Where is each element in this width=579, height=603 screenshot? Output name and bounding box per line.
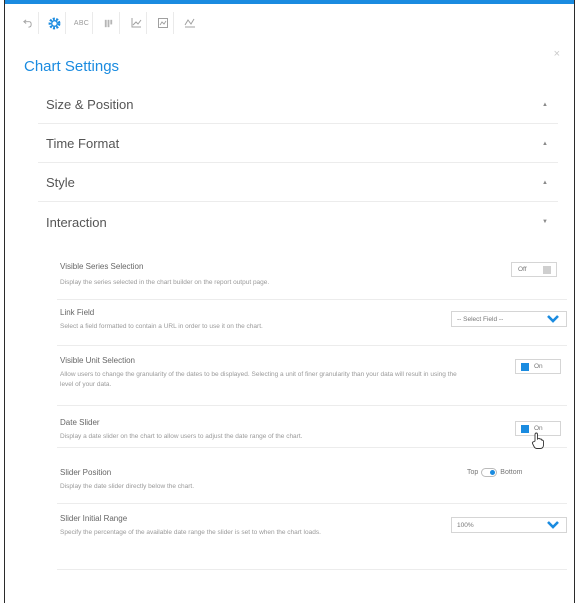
- axis-chart-icon[interactable]: [125, 12, 147, 34]
- section-size-position[interactable]: Size & Position ▲: [38, 86, 558, 124]
- visible-unit-toggle[interactable]: On: [515, 359, 561, 374]
- section-label: Interaction: [46, 214, 107, 230]
- chevron-up-icon: ▲: [542, 140, 548, 147]
- switch-dot: [490, 470, 496, 475]
- setting-link-field: Link Field Select a field formatted to c…: [57, 308, 567, 346]
- setting-name: Date Slider: [60, 418, 100, 427]
- select-value: -- Select Field --: [457, 315, 504, 323]
- slider-position-switch[interactable]: Top Bottom: [467, 468, 522, 477]
- hand-cursor-icon: [531, 432, 544, 449]
- chevron-down-icon: [547, 315, 559, 323]
- undo-icon[interactable]: [17, 12, 39, 34]
- toggle-knob: [521, 362, 529, 371]
- line-chart-icon[interactable]: [179, 12, 201, 34]
- toggle-label: On: [534, 363, 543, 370]
- setting-name: Visible Unit Selection: [60, 356, 136, 365]
- toggle-label: On: [534, 425, 543, 432]
- chevron-up-icon: ▲: [542, 179, 548, 186]
- setting-description: Display a date slider on the chart to al…: [60, 433, 303, 440]
- chart-settings-panel: ABC × Chart Settings Size & Position ▲ T…: [4, 0, 575, 603]
- chevron-down-icon: ▼: [542, 219, 548, 225]
- select-value: 100%: [457, 521, 474, 529]
- chevron-down-icon: [547, 521, 559, 529]
- section-style[interactable]: Style ▲: [38, 164, 558, 202]
- panel-title: Chart Settings: [24, 58, 120, 75]
- section-time-format[interactable]: Time Format ▲: [38, 125, 558, 163]
- setting-description: Specify the percentage of the available …: [60, 529, 321, 536]
- link-field-select[interactable]: -- Select Field --: [451, 311, 567, 327]
- position-switch[interactable]: [481, 468, 498, 477]
- setting-visible-series: Visible Series Selection Display the ser…: [57, 262, 567, 300]
- columns-icon[interactable]: [98, 12, 120, 34]
- slider-range-select[interactable]: 100%: [451, 517, 567, 533]
- setting-description: Display the date slider directly below t…: [60, 483, 195, 490]
- setting-name: Slider Initial Range: [60, 514, 128, 523]
- abc-text-icon[interactable]: ABC: [71, 12, 93, 34]
- toggle-knob: [521, 424, 529, 433]
- toggle-knob: [543, 265, 551, 274]
- panel-top-bar: [5, 0, 574, 4]
- section-label: Size & Position: [46, 97, 134, 112]
- setting-visible-unit: Visible Unit Selection Allow users to ch…: [57, 356, 567, 406]
- toggle-label: Off: [518, 266, 527, 273]
- setting-description: Display the series selected in the chart…: [60, 279, 270, 286]
- setting-name: Link Field: [60, 308, 95, 317]
- chevron-up-icon: ▲: [542, 101, 548, 108]
- frame-icon[interactable]: [152, 12, 174, 34]
- setting-date-slider: Date Slider Display a date slider on the…: [57, 418, 567, 448]
- setting-slider-range: Slider Initial Range Specify the percent…: [57, 514, 567, 570]
- panel-toolbar: ABC: [17, 10, 206, 36]
- section-label: Time Format: [46, 136, 120, 151]
- setting-name: Visible Series Selection: [60, 262, 144, 271]
- setting-slider-position: Slider Position Display the date slider …: [57, 468, 567, 504]
- setting-description: Select a field formatted to contain a UR…: [60, 323, 263, 330]
- close-icon[interactable]: ×: [554, 48, 560, 60]
- setting-name: Slider Position: [60, 468, 112, 477]
- option-top-label: Top: [467, 469, 479, 476]
- visible-series-toggle[interactable]: Off: [511, 262, 557, 277]
- setting-description: Allow users to change the granularity of…: [60, 371, 457, 388]
- section-label: Style: [46, 175, 75, 190]
- option-bottom-label: Bottom: [500, 469, 523, 476]
- section-interaction[interactable]: Interaction ▼: [38, 203, 558, 241]
- gear-icon[interactable]: [44, 12, 66, 34]
